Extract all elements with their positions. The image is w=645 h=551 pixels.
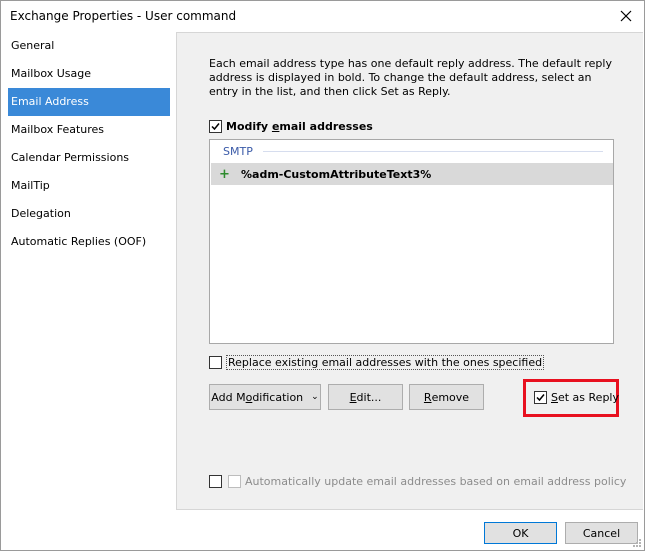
- sidebar-item-email-address[interactable]: Email Address: [8, 88, 170, 116]
- sidebar: General Mailbox Usage Email Address Mail…: [2, 32, 176, 510]
- window-title: Exchange Properties - User command: [10, 9, 237, 23]
- replace-existing-label: Replace existing email addresses with th…: [226, 355, 545, 370]
- chevron-down-icon: ⌄: [311, 392, 319, 402]
- auto-update-label: Automatically update email addresses bas…: [245, 475, 627, 488]
- add-modification-button[interactable]: Add Mo dification ⌄: [209, 384, 321, 410]
- sidebar-item-calendar-permissions[interactable]: Calendar Permissions: [8, 144, 170, 172]
- email-address-panel: Each email address type has one default …: [176, 32, 643, 510]
- list-group-header: SMTP: [223, 145, 253, 158]
- sidebar-item-general[interactable]: General: [8, 32, 170, 60]
- cancel-button[interactable]: Cancel: [565, 522, 638, 544]
- close-icon: [620, 10, 632, 22]
- exchange-properties-dialog: Exchange Properties - User command Gener…: [0, 0, 645, 551]
- list-item[interactable]: + %adm-CustomAttributeText3%: [211, 163, 613, 185]
- checkmark-icon: [536, 394, 545, 402]
- sidebar-item-mailbox-usage[interactable]: Mailbox Usage: [8, 60, 170, 88]
- close-button[interactable]: [614, 4, 638, 28]
- auto-update-checkbox: [228, 475, 241, 488]
- modify-email-addresses-row: Modify email addresses: [209, 120, 373, 133]
- set-as-reply-label: Set as Reply: [551, 391, 619, 404]
- sidebar-item-delegation[interactable]: Delegation: [8, 200, 170, 228]
- edit-button[interactable]: Edit...: [328, 384, 403, 410]
- set-as-reply-checkbox[interactable]: [534, 391, 547, 404]
- set-as-reply-row: Set as Reply: [534, 391, 619, 404]
- replace-existing-row: Replace existing email addresses with th…: [209, 355, 545, 370]
- ok-button[interactable]: OK: [484, 522, 557, 544]
- email-address-list[interactable]: SMTP + %adm-CustomAttributeText3%: [209, 139, 614, 344]
- description-text: Each email address type has one default …: [209, 57, 612, 98]
- sidebar-item-mailtip[interactable]: MailTip: [8, 172, 170, 200]
- modify-email-addresses-label: Modify email addresses: [226, 120, 373, 133]
- resize-grip-icon[interactable]: [632, 538, 642, 548]
- checkmark-icon: [211, 123, 220, 131]
- title-bar: Exchange Properties - User command: [1, 1, 644, 31]
- sidebar-item-mailbox-features[interactable]: Mailbox Features: [8, 116, 170, 144]
- auto-update-row: Automatically update email addresses bas…: [209, 475, 626, 488]
- sidebar-item-automatic-replies[interactable]: Automatic Replies (OOF): [8, 228, 170, 256]
- group-divider: [263, 151, 603, 152]
- auto-update-outer-checkbox[interactable]: [209, 475, 222, 488]
- plus-icon: +: [219, 166, 230, 182]
- replace-existing-checkbox[interactable]: [209, 356, 222, 369]
- email-address-value: %adm-CustomAttributeText3%: [241, 167, 432, 181]
- modify-email-addresses-checkbox[interactable]: [209, 120, 222, 133]
- remove-button[interactable]: Remove: [409, 384, 484, 410]
